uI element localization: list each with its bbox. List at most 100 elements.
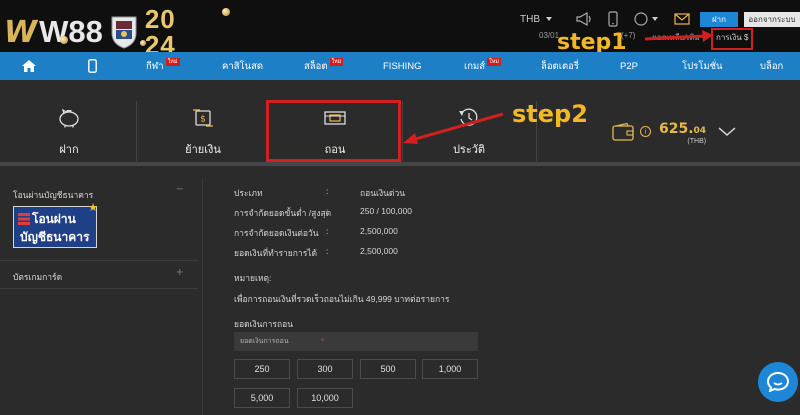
info-value: 250 / 100,000: [360, 206, 412, 216]
nav-live-casino[interactable]: คาสิโนสด: [222, 52, 263, 80]
svg-text:$: $: [200, 115, 206, 125]
info-colon: :: [326, 226, 329, 236]
new-badge: ใหม่: [329, 58, 344, 66]
balance-main: 625.: [659, 121, 694, 137]
bank-transfer-title[interactable]: โอนผ่านบัญชีธนาคาร: [13, 188, 93, 202]
sidebar-divider: [0, 260, 198, 261]
content-divider: [202, 178, 203, 415]
header-controls: THB ฝาก ออกจากระบบ: [520, 10, 800, 28]
nav-lottery[interactable]: ล็อตเตอรี่: [541, 52, 579, 80]
star-icon: ★: [88, 201, 98, 214]
info-label: การจำกัดยอดขั้นต่ำ /สูงสุด: [234, 208, 332, 218]
tab-label: ฝาก: [59, 143, 79, 156]
info-icon[interactable]: i: [640, 126, 651, 137]
bank-transfer-logo[interactable]: โอนผ่าน บัญชีธนาคาร ★: [13, 201, 98, 248]
logo-emblem: W: [4, 14, 37, 50]
step1-highlight-box: [711, 28, 753, 50]
withdraw-form: ประเภท : ถอนเงินด่วน การจำกัดยอดขั้นต่ำ …: [206, 170, 800, 415]
nav-label: โปรโมชั่น: [682, 60, 723, 72]
balance-amount-block: 625.04 (THB): [659, 118, 706, 145]
balance-amount: 625.04: [659, 121, 706, 137]
live-chat-button[interactable]: [758, 362, 798, 402]
tab-deposit[interactable]: ฝาก: [2, 106, 136, 158]
quick-amount-1000[interactable]: 1,000: [422, 359, 478, 379]
info-colon: :: [326, 186, 329, 196]
wallet-balance[interactable]: i 625.04 (THB): [612, 118, 736, 145]
info-label: การจำกัดยอดเงินต่อวัน: [234, 228, 319, 238]
piggy-bank-icon: [59, 108, 79, 128]
mobile-icon: [88, 59, 97, 73]
chevron-down-icon: [652, 17, 658, 21]
game-card-title[interactable]: บัตรเกมการ์ด: [13, 270, 62, 284]
info-label: ประเภท: [234, 188, 263, 198]
sidebar-divider: [0, 288, 198, 289]
step2-arrow-icon: [403, 112, 504, 144]
balance-currency: (THB): [687, 138, 707, 145]
w88-logo[interactable]: W W88 20 24: [4, 6, 199, 58]
nav-home[interactable]: [22, 52, 36, 80]
nav-blog[interactable]: บล็อก: [760, 52, 783, 80]
nav-label: P2P: [620, 60, 638, 72]
nav-label: บล็อก: [760, 60, 784, 72]
home-icon: [22, 60, 36, 72]
logo-text: W88: [39, 14, 103, 49]
nav-label: ล็อตเตอรี่: [541, 60, 579, 72]
nav-games[interactable]: เกมส์ ใหม่: [464, 52, 501, 80]
currency-value: THB: [520, 13, 540, 25]
chevron-down-icon[interactable]: [718, 126, 736, 137]
nav-label: FISHING: [383, 60, 422, 72]
ornament-icon: [222, 8, 230, 16]
new-badge: ใหม่: [165, 58, 180, 66]
quick-amount-5000[interactable]: 5,000: [234, 388, 290, 408]
transfer-icon: $: [193, 109, 213, 127]
withdraw-amount-input[interactable]: [234, 332, 478, 351]
nav-fishing[interactable]: FISHING: [383, 52, 422, 80]
step2-label: step2: [512, 100, 588, 128]
nav-promotions[interactable]: โปรโมชั่น: [682, 52, 723, 80]
bank-logo-line1: โอนผ่าน: [32, 212, 76, 226]
nav-p2p[interactable]: P2P: [620, 52, 638, 80]
nav-mobile[interactable]: [88, 52, 97, 80]
currency-select[interactable]: THB: [520, 14, 552, 25]
expand-icon[interactable]: +: [176, 267, 184, 278]
note-title: หมายเหตุ:: [234, 273, 272, 283]
megaphone-icon[interactable]: [576, 12, 592, 26]
quick-amount-250[interactable]: 250: [234, 359, 290, 379]
payment-method-sidebar: โอนผ่านบัญชีธนาคาร − โอนผ่าน บัญชีธนาคาร…: [0, 170, 198, 415]
year-2024: 20 24: [145, 6, 199, 58]
balance-decimal: 04: [693, 126, 707, 136]
collapse-icon[interactable]: −: [176, 184, 184, 195]
info-value: 2,500,000: [360, 246, 398, 256]
main-nav: กีฬา ใหม่ คาสิโนสด สล็อต ใหม่ FISHING เก…: [0, 52, 800, 80]
mail-icon[interactable]: [674, 13, 690, 25]
club-crest-icon: [111, 16, 137, 49]
info-colon: :: [326, 206, 329, 216]
step2-highlight-box: [266, 100, 401, 162]
wallet-icon: [612, 122, 634, 141]
deposit-button[interactable]: ฝาก: [700, 11, 738, 27]
language-icon[interactable]: [634, 12, 658, 26]
amount-label: ยอดเงินการถอน: [234, 317, 293, 331]
mobile-icon[interactable]: [608, 11, 618, 27]
info-value: 2,500,000: [360, 226, 398, 236]
info-value: ถอนเงินด่วน: [360, 188, 406, 198]
bank-logo-mark-icon: [18, 213, 30, 225]
info-colon: :: [326, 246, 329, 256]
chat-bubble-icon: [767, 372, 789, 392]
bank-logo-line2: บัญชีธนาคาร: [20, 230, 90, 244]
tab-label: ย้ายเงิน: [185, 143, 221, 156]
chevron-down-icon: [546, 17, 552, 21]
quick-amount-300[interactable]: 300: [297, 359, 353, 379]
note-text: เพื่อการถอนเงินที่รวดเร็วถอนไม่เกิน 49,9…: [234, 294, 450, 304]
tab-transfer[interactable]: $ ย้ายเงิน: [136, 106, 270, 158]
amount-label-text: ยอดเงินการถอน: [234, 319, 294, 329]
nav-slots[interactable]: สล็อต ใหม่: [304, 52, 344, 80]
ornament-icon: [140, 40, 146, 46]
quick-amount-10000[interactable]: 10,000: [297, 388, 353, 408]
step1-arrow-icon: [645, 30, 713, 42]
quick-amount-500[interactable]: 500: [360, 359, 416, 379]
logout-button[interactable]: ออกจากระบบ: [744, 11, 800, 27]
new-badge: ใหม่: [487, 58, 501, 66]
nav-label: คาสิโนสด: [222, 60, 264, 72]
nav-sports[interactable]: กีฬา ใหม่: [146, 52, 180, 80]
